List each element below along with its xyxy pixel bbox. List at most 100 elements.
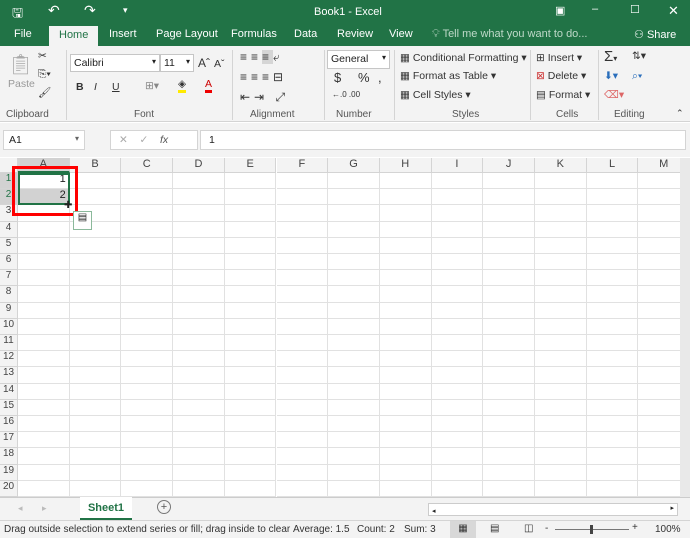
cell-C11[interactable] bbox=[121, 335, 174, 352]
cell-K3[interactable] bbox=[535, 205, 587, 222]
cell-C13[interactable] bbox=[121, 367, 174, 384]
cell-I16[interactable] bbox=[431, 416, 484, 433]
cell-J9[interactable] bbox=[483, 302, 535, 319]
cell-L14[interactable] bbox=[586, 383, 639, 400]
cell-B18[interactable] bbox=[69, 448, 122, 465]
cell-F20[interactable] bbox=[276, 480, 329, 497]
cell-I6[interactable] bbox=[431, 254, 484, 271]
cell-F12[interactable] bbox=[276, 351, 329, 368]
cell-D5[interactable] bbox=[173, 237, 225, 254]
column-header-L[interactable]: L bbox=[586, 158, 639, 173]
row-header-20[interactable]: 20 bbox=[0, 480, 18, 497]
cell-K20[interactable] bbox=[535, 480, 587, 497]
cell-K7[interactable] bbox=[535, 270, 587, 287]
row-header-7[interactable]: 7 bbox=[0, 270, 18, 287]
cell-K14[interactable] bbox=[535, 383, 587, 400]
cell-C20[interactable] bbox=[121, 480, 174, 497]
currency-button[interactable]: $ bbox=[334, 70, 341, 85]
cell-E16[interactable] bbox=[224, 416, 277, 433]
cell-K8[interactable] bbox=[535, 286, 587, 303]
cell-L12[interactable] bbox=[586, 351, 639, 368]
row-header-17[interactable]: 17 bbox=[0, 432, 18, 449]
cell-F14[interactable] bbox=[276, 383, 329, 400]
underline-button[interactable]: U bbox=[112, 81, 120, 93]
cell-B11[interactable] bbox=[69, 335, 122, 352]
cell-I1[interactable] bbox=[431, 173, 484, 190]
column-header-H[interactable]: H bbox=[379, 158, 432, 173]
cell-K18[interactable] bbox=[535, 448, 587, 465]
cell-J15[interactable] bbox=[483, 399, 535, 416]
cell-E4[interactable] bbox=[224, 221, 277, 238]
cell-C8[interactable] bbox=[121, 286, 174, 303]
cell-G2[interactable] bbox=[328, 189, 380, 206]
formula-input[interactable]: 1 bbox=[200, 130, 686, 150]
cell-G12[interactable] bbox=[328, 351, 380, 368]
row-header-12[interactable]: 12 bbox=[0, 351, 18, 368]
cell-I4[interactable] bbox=[431, 221, 484, 238]
font-size-select[interactable]: 11 ▾ bbox=[160, 54, 194, 72]
row-header-6[interactable]: 6 bbox=[0, 254, 18, 271]
cell-L19[interactable] bbox=[586, 464, 639, 481]
row-header-5[interactable]: 5 bbox=[0, 237, 18, 254]
cell-G4[interactable] bbox=[328, 221, 380, 238]
cell-G18[interactable] bbox=[328, 448, 380, 465]
cell-K15[interactable] bbox=[535, 399, 587, 416]
cell-I8[interactable] bbox=[431, 286, 484, 303]
font-color-icon[interactable]: A bbox=[205, 78, 213, 93]
cell-L9[interactable] bbox=[586, 302, 639, 319]
cell-E9[interactable] bbox=[224, 302, 277, 319]
cell-C4[interactable] bbox=[121, 221, 174, 238]
comma-button[interactable]: , bbox=[378, 70, 382, 85]
cell-A8[interactable] bbox=[18, 286, 70, 303]
cell-I13[interactable] bbox=[431, 367, 484, 384]
cell-F6[interactable] bbox=[276, 254, 329, 271]
sheet-tab-sheet1[interactable]: Sheet1 bbox=[80, 497, 132, 520]
cell-K12[interactable] bbox=[535, 351, 587, 368]
insert-cells-button[interactable]: ⊞ Insert ▾ bbox=[536, 52, 582, 64]
cell-F4[interactable] bbox=[276, 221, 329, 238]
cell-H12[interactable] bbox=[379, 351, 432, 368]
row-header-11[interactable]: 11 bbox=[0, 335, 18, 352]
cell-H6[interactable] bbox=[379, 254, 432, 271]
cell-D8[interactable] bbox=[173, 286, 225, 303]
tab-view[interactable]: View bbox=[389, 28, 413, 40]
cell-A12[interactable] bbox=[18, 351, 70, 368]
tab-insert[interactable]: Insert bbox=[109, 28, 137, 40]
cell-A20[interactable] bbox=[18, 480, 70, 497]
tab-home[interactable]: Home bbox=[49, 26, 99, 46]
cell-G20[interactable] bbox=[328, 480, 380, 497]
worksheet-grid[interactable]: A B C D E F G H I J K L M 1 1 2 2 3 4 5 6 7 8 9 10 11 12 13 14 15 16 17… bbox=[0, 158, 690, 497]
column-header-D[interactable]: D bbox=[173, 158, 225, 173]
cell-J1[interactable] bbox=[483, 173, 535, 190]
cell-J11[interactable] bbox=[483, 335, 535, 352]
cell-F19[interactable] bbox=[276, 464, 329, 481]
cell-G15[interactable] bbox=[328, 399, 380, 416]
number-format-select[interactable]: General ▾ bbox=[327, 50, 390, 69]
row-header-16[interactable]: 16 bbox=[0, 416, 18, 433]
cell-D3[interactable] bbox=[173, 205, 225, 222]
cell-I14[interactable] bbox=[431, 383, 484, 400]
clear-icon[interactable]: ⌫▾ bbox=[604, 89, 624, 101]
cell-B12[interactable] bbox=[69, 351, 122, 368]
cell-E20[interactable] bbox=[224, 480, 277, 497]
cell-H20[interactable] bbox=[379, 480, 432, 497]
cell-H9[interactable] bbox=[379, 302, 432, 319]
cell-B9[interactable] bbox=[69, 302, 122, 319]
row-header-14[interactable]: 14 bbox=[0, 383, 18, 400]
cell-I11[interactable] bbox=[431, 335, 484, 352]
cell-E11[interactable] bbox=[224, 335, 277, 352]
cell-C5[interactable] bbox=[121, 237, 174, 254]
save-icon[interactable]: 🖫 bbox=[12, 4, 23, 26]
cell-C17[interactable] bbox=[121, 432, 174, 449]
cell-F9[interactable] bbox=[276, 302, 329, 319]
cell-C18[interactable] bbox=[121, 448, 174, 465]
cell-D18[interactable] bbox=[173, 448, 225, 465]
cell-H1[interactable] bbox=[379, 173, 432, 190]
column-header-G[interactable]: G bbox=[328, 158, 380, 173]
tab-review[interactable]: Review bbox=[337, 28, 373, 40]
cell-L5[interactable] bbox=[586, 237, 639, 254]
tab-file[interactable]: File bbox=[14, 28, 32, 40]
cell-H7[interactable] bbox=[379, 270, 432, 287]
cell-G8[interactable] bbox=[328, 286, 380, 303]
cell-J7[interactable] bbox=[483, 270, 535, 287]
